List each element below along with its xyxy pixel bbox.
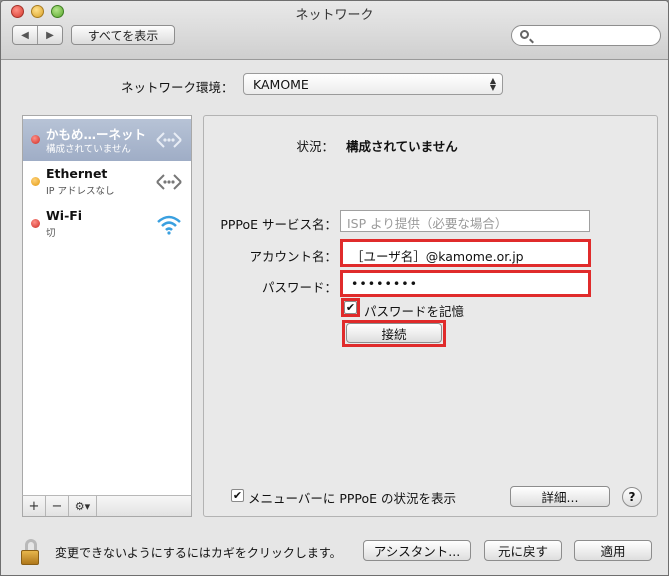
status-value: 構成されていません [346, 139, 458, 154]
show-all-button[interactable]: すべてを表示 [71, 25, 175, 45]
lock-body [21, 550, 39, 565]
network-preferences-window: ネットワーク ◀ ▶ すべてを表示 ネットワーク環境： KAMOME ▲ ▼ かも… [0, 0, 669, 576]
advanced-button[interactable]: 詳細... [510, 486, 610, 507]
status-dot-red [31, 219, 40, 228]
account-name-label: アカウント名： [249, 249, 337, 264]
status-dot-red [31, 135, 40, 144]
service-status: 構成されていません [46, 144, 131, 155]
pppoe-service-input[interactable]: ISP より提供（必要な場合） [340, 210, 590, 232]
remember-password-label: パスワードを記憶 [364, 304, 465, 319]
back-button[interactable]: ◀ [13, 30, 37, 41]
forward-button[interactable]: ▶ [38, 30, 62, 41]
service-name: Wi-Fi [46, 208, 83, 223]
service-item-wifi[interactable]: Wi-Fi 切 [23, 203, 191, 245]
pppoe-service-placeholder: ISP より提供（必要な場合） [347, 216, 508, 231]
show-in-menubar-label: メニューバーに PPPoE の状況を表示 [248, 491, 457, 506]
service-status: 切 [46, 228, 56, 239]
search-icon [520, 30, 529, 39]
wifi-icon [157, 215, 181, 235]
search-input[interactable] [511, 25, 661, 46]
password-input[interactable]: •••••••• [340, 270, 591, 297]
gear-menu-button[interactable]: ⚙▾ [69, 496, 97, 516]
help-button[interactable]: ? [622, 487, 642, 507]
window-title: ネットワーク [295, 8, 374, 23]
apply-button[interactable]: 適用 [574, 540, 652, 561]
service-status: IP アドレスなし [46, 186, 115, 197]
status-label: 状況： [296, 139, 334, 154]
lock-hint-text: 変更できないようにするにはカギをクリックします。 [55, 546, 342, 560]
title-bar: ネットワーク ◀ ▶ すべてを表示 [1, 1, 668, 60]
back-forward-segmented-control: ◀ ▶ [12, 25, 63, 45]
location-select[interactable]: KAMOME ▲ ▼ [243, 73, 503, 95]
connection-arrows-icon [156, 174, 182, 190]
location-label: ネットワーク環境： [121, 80, 234, 95]
add-service-button[interactable]: + [23, 496, 46, 516]
lock-icon[interactable] [19, 539, 41, 567]
password-label: パスワード： [261, 280, 337, 295]
assistant-button[interactable]: アシスタント... [363, 540, 471, 561]
location-value: KAMOME [253, 77, 309, 92]
show-in-menubar-checkbox[interactable]: ✔ [231, 489, 244, 502]
service-detail-panel: 状況： 構成されていません PPPoE サービス名： ISP より提供（必要な場… [203, 115, 658, 517]
pppoe-service-label: PPPoE サービス名： [220, 217, 337, 232]
service-item-kamome[interactable]: かもめ…ーネット 構成されていません [23, 119, 191, 161]
account-name-input[interactable]: ［ユーザ名］@kamome.or.jp [340, 239, 591, 267]
updown-chevron-icon: ▲ ▼ [489, 76, 496, 92]
service-item-ethernet[interactable]: Ethernet IP アドレスなし [23, 161, 191, 203]
connect-button[interactable]: 接続 [346, 323, 442, 343]
remove-service-button[interactable]: − [46, 496, 69, 516]
footer-bar: 変更できないようにするにはカギをクリックします。 アシスタント... 元に戻す … [1, 529, 668, 575]
service-name: Ethernet [46, 166, 108, 181]
connection-arrows-icon [156, 132, 182, 148]
remember-password-checkbox[interactable]: ✔ [344, 301, 357, 314]
status-dot-amber [31, 177, 40, 186]
service-list-toolbar: + − ⚙▾ [22, 495, 192, 517]
revert-button[interactable]: 元に戻す [484, 540, 562, 561]
service-list: かもめ…ーネット 構成されていません Ethernet IP アドレスなし Wi… [22, 115, 192, 517]
